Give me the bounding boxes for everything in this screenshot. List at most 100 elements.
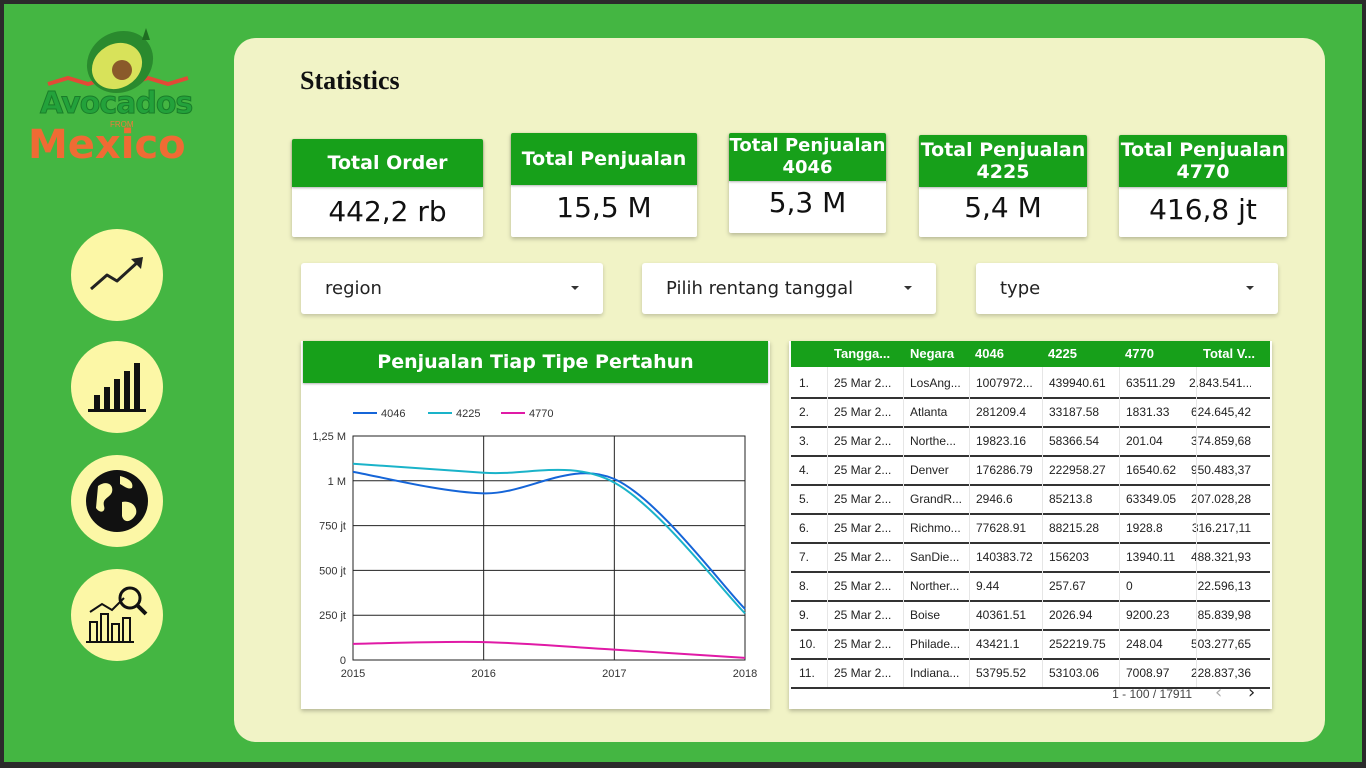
type-dropdown[interactable]: type	[976, 263, 1278, 314]
row-number: 1.	[799, 376, 810, 390]
avocados-from-mexico-logo: Avocados FROM Mexico	[28, 26, 213, 168]
cell-4770: 9200.23	[1126, 608, 1170, 622]
negara-cell: Richmo...	[910, 521, 961, 535]
nav-trend-button[interactable]	[71, 229, 163, 321]
region-dropdown[interactable]: region	[301, 263, 603, 314]
cell-4225: 439940.61	[1049, 376, 1106, 390]
x-tick-label: 2016	[471, 668, 495, 680]
kpi-total-penjualan: Total Penjualan 15,5 M	[511, 133, 697, 237]
cell-4046: 1007972...	[976, 376, 1033, 390]
date-cell: 25 Mar 2...	[834, 434, 892, 448]
y-tick-label: 750 jt	[319, 521, 346, 533]
logo-text-mexico: Mexico	[28, 122, 186, 168]
cell-4225: 33187.58	[1049, 405, 1100, 419]
total-volume-cell: 85.839,98	[1197, 608, 1251, 622]
column-header-4225[interactable]: 4225	[1048, 346, 1108, 361]
cell-4770: 0	[1126, 579, 1133, 593]
next-page-button[interactable]: ›	[1248, 684, 1255, 702]
date-range-dropdown-label: Pilih rentang tanggal	[666, 278, 854, 299]
cell-4046: 9.44	[976, 579, 1000, 593]
cell-4770: 16540.62	[1126, 463, 1177, 477]
table-row[interactable]: 11. 25 Mar 2... Indiana... 53795.52 53103.06…	[791, 658, 1270, 689]
negara-cell: Boise	[910, 608, 941, 622]
kpi-total-order: Total Order 442,2 rb	[292, 139, 483, 237]
column-divider	[827, 367, 828, 687]
cell-4770: 63511.29	[1126, 376, 1176, 390]
column-divider	[1196, 367, 1197, 687]
negara-cell: Indiana...	[910, 666, 960, 680]
nav-globe-button[interactable]	[71, 455, 163, 547]
line-chart: 0 250 jt 500 jt 750 jt 1 M 1,25 M 2015 2016 2017…	[312, 408, 757, 680]
prev-page-button[interactable]: ‹	[1215, 684, 1222, 702]
page-title: Statistics	[300, 66, 400, 95]
x-tick-label: 2015	[341, 668, 365, 680]
nav-analytics-button[interactable]	[71, 569, 163, 661]
date-cell: 25 Mar 2...	[834, 521, 892, 535]
sales-by-type-chart-card: Penjualan Tiap Tipe Pertahun 0 250 jt 500 …	[301, 341, 770, 709]
row-number: 8.	[799, 579, 810, 593]
date-cell: 25 Mar 2...	[834, 637, 892, 651]
date-cell: 25 Mar 2...	[834, 608, 892, 622]
series-line-4046	[352, 470, 746, 610]
series-line-4770	[352, 640, 746, 659]
cell-4046: 176286.79	[976, 463, 1033, 477]
table-row[interactable]: 1. 25 Mar 2... LosAng... 1007972... 439940.6…	[791, 368, 1270, 399]
column-header-4046[interactable]: 4046	[975, 346, 1035, 361]
row-number: 3.	[799, 434, 810, 448]
row-number: 10.	[799, 637, 816, 651]
table-row[interactable]: 9. 25 Mar 2... Boise 40361.51 2026.94 9200.23…	[791, 600, 1270, 631]
column-header-4770[interactable]: 4770	[1125, 346, 1185, 361]
total-volume-cell: 316.217,11	[1191, 521, 1251, 535]
total-volume-cell: 207.028,28	[1190, 492, 1251, 506]
row-number: 9.	[799, 608, 810, 622]
date-range-dropdown[interactable]: Pilih rentang tanggal	[642, 263, 936, 314]
table-row[interactable]: 7. 25 Mar 2... SanDie... 140383.72 156203 139…	[791, 542, 1270, 573]
kpi-value: 15,5 M	[556, 191, 652, 224]
cell-4046: 53795.52	[976, 666, 1027, 680]
x-tick-label: 2017	[602, 668, 626, 680]
table-header: Tangga... Negara 4046 4225 4770 Total V.…	[791, 341, 1270, 367]
table-row[interactable]: 3. 25 Mar 2... Northe... 19823.16 58366.54 20…	[791, 426, 1270, 457]
table-row[interactable]: 6. 25 Mar 2... Richmo... 77628.91 88215.28 19…	[791, 513, 1270, 544]
kpi-label: Total Order	[292, 139, 483, 187]
legend-label: 4046	[381, 408, 405, 420]
kpi-value: 442,2 rb	[328, 195, 447, 228]
kpi-value: 416,8 jt	[1149, 193, 1257, 226]
table-row[interactable]: 10. 25 Mar 2... Philade... 43421.1 252219.75…	[791, 629, 1270, 660]
total-volume-cell: 2.843.541...	[1189, 376, 1251, 390]
pagination-info: 1 - 100 / 17911	[1112, 687, 1192, 701]
column-header-total-volume[interactable]: Total V...	[1203, 346, 1265, 361]
date-cell: 25 Mar 2...	[834, 579, 892, 593]
total-volume-cell: 22.596,13	[1197, 579, 1251, 593]
cell-4225: 252219.75	[1049, 637, 1106, 651]
negara-cell: Norther...	[910, 579, 960, 593]
negara-cell: Northe...	[910, 434, 957, 448]
table-row[interactable]: 2. 25 Mar 2... Atlanta 281209.4 33187.58 1831…	[791, 397, 1270, 428]
column-header-date[interactable]: Tangga...	[834, 346, 898, 361]
bar-chart-icon	[88, 363, 146, 412]
table-row[interactable]: 8. 25 Mar 2... Norther... 9.44 257.67 0 22.596…	[791, 571, 1270, 602]
series-line-4225	[352, 462, 746, 615]
column-divider	[903, 367, 904, 687]
negara-cell: LosAng...	[910, 376, 961, 390]
date-cell: 25 Mar 2...	[834, 666, 892, 680]
kpi-label: Total Penjualan 4046	[729, 133, 886, 181]
cell-4770: 1831.33	[1126, 405, 1170, 419]
cell-4225: 88215.28	[1049, 521, 1100, 535]
kpi-total-penjualan-4046: Total Penjualan 4046 5,3 M	[729, 133, 886, 233]
negara-cell: Philade...	[910, 637, 961, 651]
table-row[interactable]: 5. 25 Mar 2... GrandR... 2946.6 85213.8 63349…	[791, 484, 1270, 515]
legend-label: 4225	[456, 408, 480, 420]
cell-4046: 19823.16	[976, 434, 1027, 448]
row-number: 5.	[799, 492, 810, 506]
chevron-down-icon	[571, 286, 579, 290]
cell-4225: 53103.06	[1049, 666, 1100, 680]
kpi-value: 5,3 M	[768, 186, 847, 219]
total-volume-cell: 228.837,36	[1190, 666, 1251, 680]
negara-cell: SanDie...	[910, 550, 960, 564]
total-volume-cell: 374.859,68	[1190, 434, 1251, 448]
table-row[interactable]: 4. 25 Mar 2... Denver 176286.79 222958.27 165…	[791, 455, 1270, 486]
cell-4046: 140383.72	[976, 550, 1033, 564]
nav-bar-chart-button[interactable]	[71, 341, 163, 433]
column-header-negara[interactable]: Negara	[910, 346, 966, 361]
